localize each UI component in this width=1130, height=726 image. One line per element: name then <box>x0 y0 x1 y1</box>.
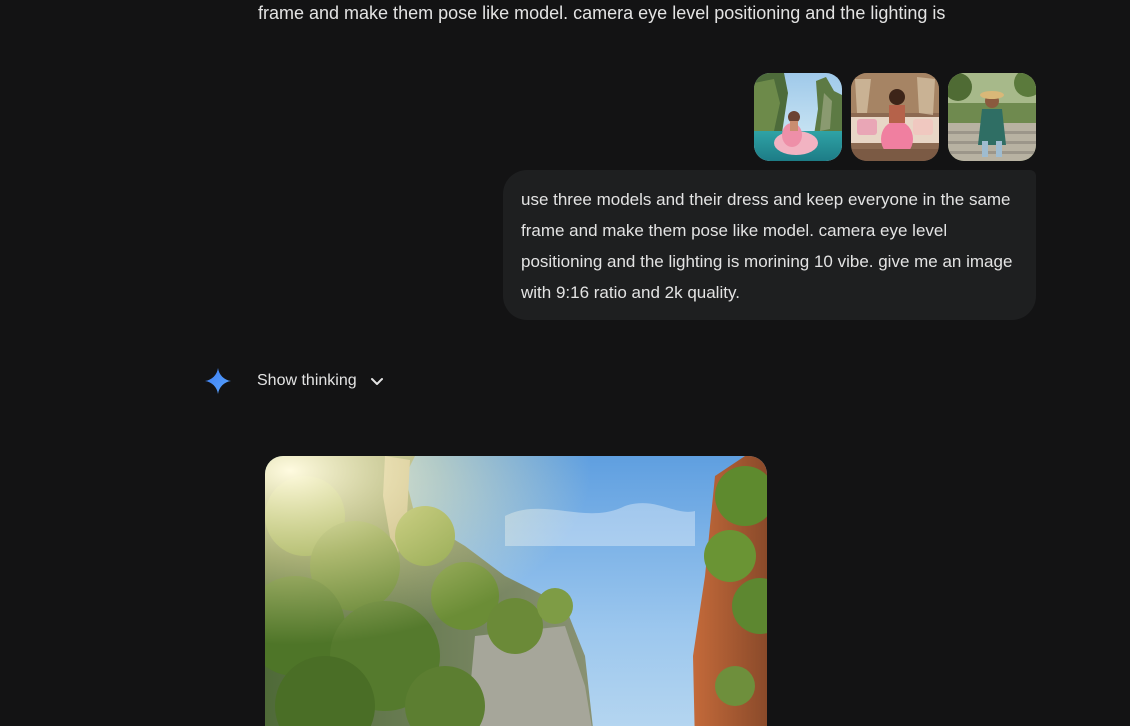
response-header: Show thinking <box>204 366 385 396</box>
show-thinking-label: Show thinking <box>257 372 357 389</box>
attachment-thumbnails <box>754 73 1036 161</box>
previous-message-text: frame and make them pose like model. cam… <box>258 3 946 23</box>
user-message-bubble: use three models and their dress and kee… <box>503 170 1036 320</box>
user-message-text: use three models and their dress and kee… <box>521 190 1013 302</box>
image-thumbnail-3[interactable] <box>948 73 1036 161</box>
gemini-spark-icon <box>205 368 231 394</box>
generated-image[interactable] <box>265 456 767 726</box>
chevron-down-icon <box>370 378 383 385</box>
image-thumbnail-2[interactable] <box>851 73 939 161</box>
chat-page: frame and make them pose like model. cam… <box>0 0 1130 726</box>
image-thumbnail-1[interactable] <box>754 73 842 161</box>
show-thinking-button[interactable]: Show thinking <box>257 372 385 390</box>
